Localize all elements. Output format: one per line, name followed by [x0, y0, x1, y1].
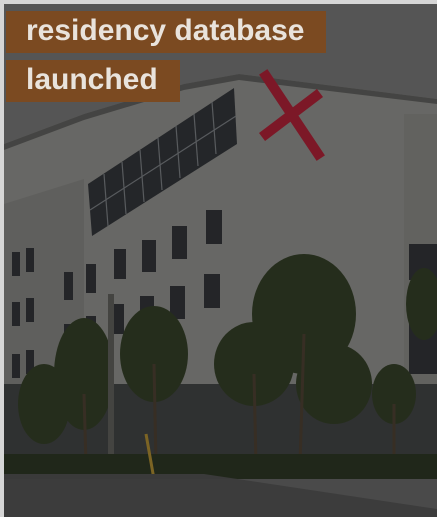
- headline[interactable]: residency database launched: [6, 6, 366, 104]
- news-card[interactable]: residency database launched: [0, 0, 437, 517]
- headline-text[interactable]: residency database launched: [6, 11, 327, 102]
